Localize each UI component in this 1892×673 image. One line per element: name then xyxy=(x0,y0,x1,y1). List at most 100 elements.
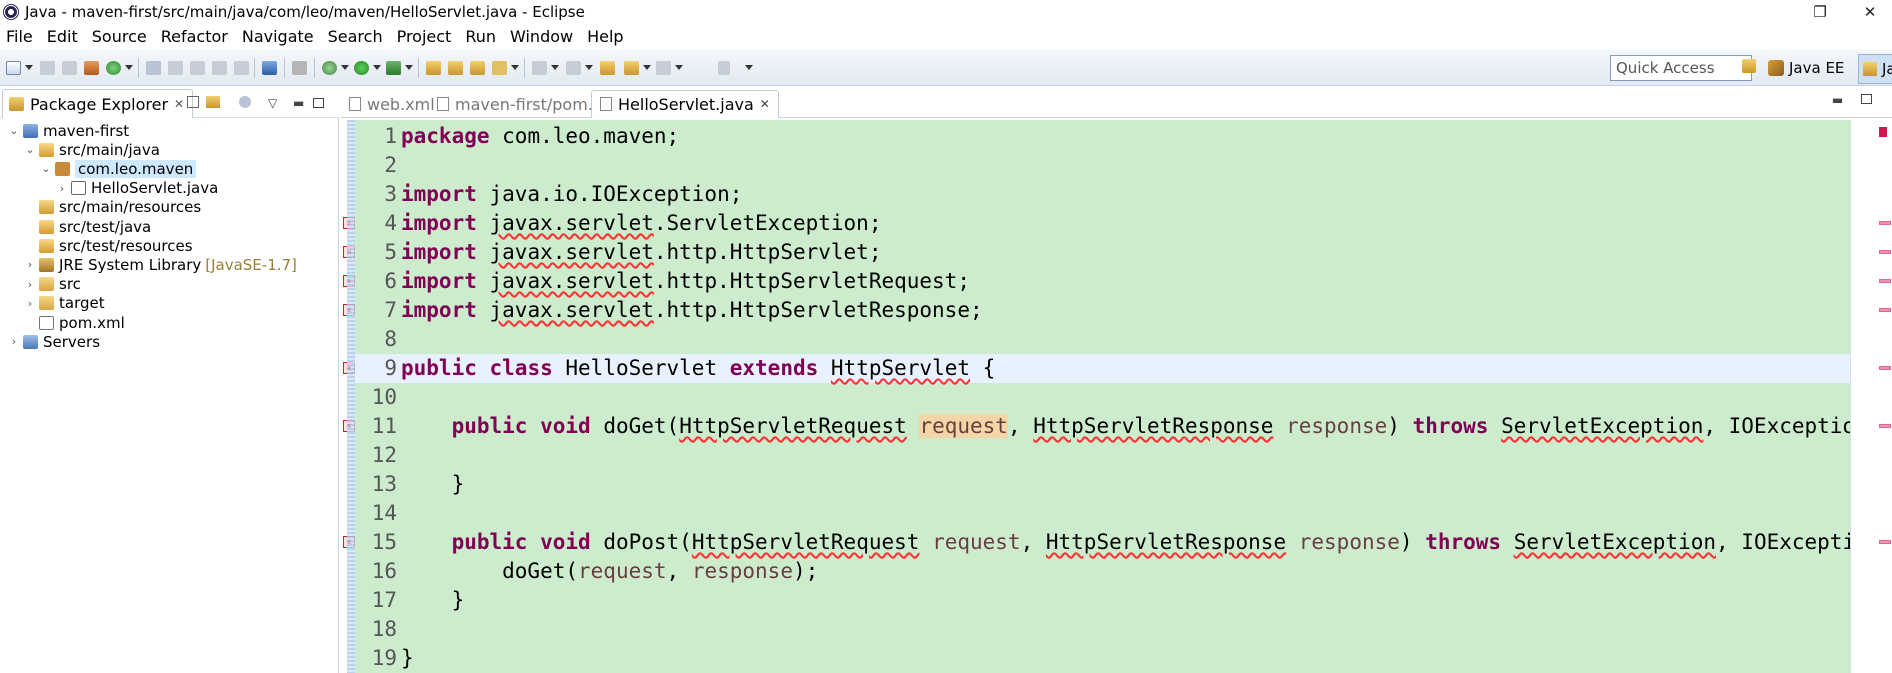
code-line[interactable]: 3 import java.io.IOException; xyxy=(355,180,1850,209)
collapsed-arrow-icon[interactable]: › xyxy=(24,297,36,310)
code-line[interactable]: 6 import javax.servlet.http.HttpServletRe… xyxy=(355,267,1850,296)
back-icon[interactable] xyxy=(624,61,639,75)
overview-ruler[interactable] xyxy=(1850,120,1892,673)
forward-icon[interactable] xyxy=(656,61,671,75)
last-edit-location-icon[interactable] xyxy=(600,61,615,75)
error-ruler-mark[interactable] xyxy=(1879,221,1891,225)
menu-run[interactable]: Run xyxy=(458,24,503,50)
collapsed-arrow-icon[interactable]: › xyxy=(56,182,68,195)
expanded-arrow-icon[interactable]: ⌄ xyxy=(40,162,52,175)
code-line[interactable]: 17 } xyxy=(355,586,1850,615)
code-line[interactable]: 7 import javax.servlet.http.HttpServletRe… xyxy=(355,296,1850,325)
code-line[interactable]: 13 } xyxy=(355,470,1850,499)
collapsed-arrow-icon[interactable]: › xyxy=(8,335,20,348)
next-annotation-dropdown-icon[interactable] xyxy=(551,65,559,70)
refresh-icon[interactable] xyxy=(106,61,121,75)
quick-access-input[interactable]: Quick Access xyxy=(1610,55,1752,81)
editor-tab[interactable]: web.xml xyxy=(341,90,443,118)
menu-navigate[interactable]: Navigate xyxy=(235,24,321,50)
maximize-icon[interactable] xyxy=(313,98,324,108)
tree-item[interactable]: › Servers xyxy=(8,330,100,353)
code-line[interactable]: 9 public class HelloServlet extends HttpS… xyxy=(355,354,1850,383)
run-dropdown-icon[interactable] xyxy=(373,65,381,70)
menu-project[interactable]: Project xyxy=(390,24,459,50)
menu-refactor[interactable]: Refactor xyxy=(154,24,235,50)
code-line[interactable]: 11 public void doGet(HttpServletRequest … xyxy=(355,412,1850,441)
expanded-arrow-icon[interactable]: ⌄ xyxy=(24,143,36,156)
code-editor[interactable]: 1 package com.leo.maven; 2 3 import java.io.… xyxy=(355,120,1850,673)
menu-window[interactable]: Window xyxy=(503,24,580,50)
perspective-java-ee[interactable]: Java EE xyxy=(1768,56,1844,80)
close-icon[interactable]: ✕ xyxy=(174,97,184,111)
debug-icon[interactable] xyxy=(322,61,337,75)
link-with-editor-icon[interactable] xyxy=(206,96,220,108)
collapsed-arrow-icon[interactable]: › xyxy=(24,278,36,291)
tab-package-explorer[interactable]: Package Explorer ✕ xyxy=(2,89,194,118)
error-ruler-mark[interactable] xyxy=(1879,366,1891,370)
cut-icon[interactable] xyxy=(168,61,183,75)
new-icon[interactable] xyxy=(6,61,21,75)
previous-annotation-dropdown-icon[interactable] xyxy=(585,65,593,70)
code-line[interactable]: 2 xyxy=(355,151,1850,180)
restore-window-button[interactable]: ❐ xyxy=(1800,0,1840,24)
menu-help[interactable]: Help xyxy=(580,24,630,50)
new-java-class-icon[interactable] xyxy=(448,61,463,75)
code-line[interactable]: 1 package com.leo.maven; xyxy=(355,122,1850,151)
paste-icon[interactable] xyxy=(212,61,227,75)
perspective-java[interactable]: Java xyxy=(1858,54,1892,84)
code-line[interactable]: 10 xyxy=(355,383,1850,412)
menu-search[interactable]: Search xyxy=(321,24,390,50)
maximize-editor-icon[interactable] xyxy=(1861,94,1872,104)
error-ruler-mark[interactable] xyxy=(1879,540,1891,544)
open-perspective-icon[interactable] xyxy=(1742,59,1756,73)
previous-annotation-icon[interactable] xyxy=(566,61,581,75)
forward-dropdown-icon[interactable] xyxy=(675,65,683,70)
next-annotation-icon[interactable] xyxy=(532,61,547,75)
code-line[interactable]: 16 doGet(request, response); xyxy=(355,557,1850,586)
expanded-arrow-icon[interactable]: ⌄ xyxy=(8,124,20,137)
error-ruler-mark[interactable] xyxy=(1879,308,1891,312)
code-line[interactable]: 8 xyxy=(355,325,1850,354)
save-icon[interactable] xyxy=(40,61,55,75)
search-icon[interactable] xyxy=(146,61,161,75)
pin-icon[interactable] xyxy=(718,61,730,75)
minimize-icon[interactable]: ▬ xyxy=(293,96,304,110)
print-icon[interactable] xyxy=(234,61,249,75)
run-external-tool-icon[interactable] xyxy=(386,61,401,75)
console-icon[interactable] xyxy=(262,61,277,75)
code-line[interactable]: 14 xyxy=(355,499,1850,528)
pin-dropdown-icon[interactable] xyxy=(745,65,753,70)
toggle-breakpoint-icon[interactable] xyxy=(292,61,307,75)
error-ruler-mark[interactable] xyxy=(1879,424,1891,428)
error-ruler-mark[interactable] xyxy=(1879,250,1891,254)
copy-icon[interactable] xyxy=(190,61,205,75)
debug-dropdown-icon[interactable] xyxy=(341,65,349,70)
close-icon[interactable]: ✕ xyxy=(760,97,770,111)
code-line[interactable]: 12 xyxy=(355,441,1850,470)
view-menu-icon[interactable]: ▽ xyxy=(268,96,277,110)
menu-source[interactable]: Source xyxy=(85,24,154,50)
editor-tab[interactable]: HelloServlet.java ✕ xyxy=(591,90,779,118)
menu-file[interactable]: File xyxy=(0,24,40,50)
code-line[interactable]: 18 xyxy=(355,615,1850,644)
run-icon[interactable] xyxy=(354,61,369,75)
error-ruler-mark[interactable] xyxy=(1879,279,1891,283)
save-all-icon[interactable] xyxy=(62,61,77,75)
close-window-button[interactable]: ✕ xyxy=(1850,0,1890,24)
code-line[interactable]: 19} xyxy=(355,644,1850,673)
collapse-all-icon[interactable] xyxy=(187,96,199,108)
code-line[interactable]: 5 import javax.servlet.http.HttpServlet; xyxy=(355,238,1850,267)
filter-icon[interactable] xyxy=(239,96,251,108)
collapsed-arrow-icon[interactable]: › xyxy=(24,258,36,271)
menu-edit[interactable]: Edit xyxy=(40,24,85,50)
edit-dropdown-icon[interactable] xyxy=(511,65,519,70)
new-java-package-icon[interactable] xyxy=(426,61,441,75)
minimize-editor-icon[interactable]: ▬ xyxy=(1832,93,1843,107)
open-perspective-icon[interactable] xyxy=(84,61,99,75)
edit-icon[interactable] xyxy=(492,61,507,75)
new-dropdown-icon[interactable] xyxy=(25,65,33,70)
code-line[interactable]: 4 import javax.servlet.ServletException; xyxy=(355,209,1850,238)
back-dropdown-icon[interactable] xyxy=(643,65,651,70)
external-tool-dropdown-icon[interactable] xyxy=(405,65,413,70)
error-summary-icon[interactable] xyxy=(1879,127,1887,137)
